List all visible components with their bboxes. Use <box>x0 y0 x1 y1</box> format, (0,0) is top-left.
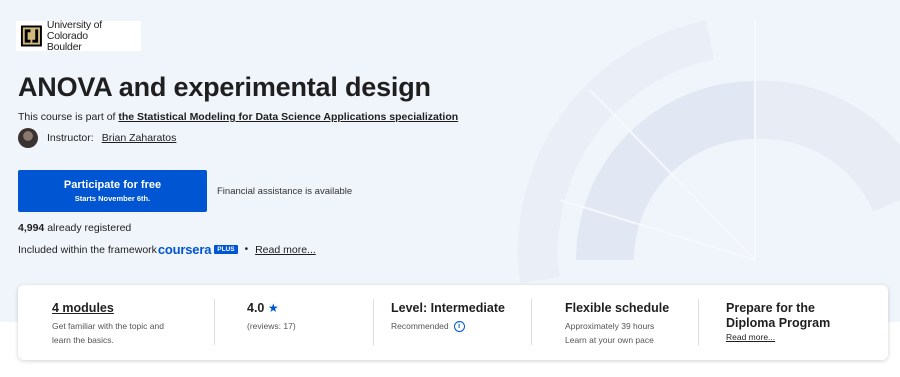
schedule-pace: Learn at your own pace <box>565 335 654 345</box>
included-plus-row: Included within the framework coursera P… <box>18 242 316 257</box>
star-icon: ★ <box>267 301 279 315</box>
participate-button[interactable]: Participate for free Starts November 6th… <box>18 170 207 212</box>
stat-divider <box>531 299 532 345</box>
plus-badge: PLUS <box>214 245 238 254</box>
university-name-line2: Boulder <box>46 40 82 53</box>
rating-value: 4.0 <box>247 301 265 315</box>
stat-level: Level: Intermediate Recommended i <box>391 301 505 333</box>
instructor-avatar[interactable] <box>18 128 38 148</box>
modules-link[interactable]: 4 modules <box>52 301 164 315</box>
coursera-logo: coursera <box>157 242 212 257</box>
diploma-title: Prepare for the Diploma Program <box>726 301 830 331</box>
level-title: Level: Intermediate <box>391 301 505 315</box>
stat-divider <box>214 299 215 345</box>
participate-button-label: Participate for free <box>63 179 162 191</box>
university-name-line1: University of Colorado <box>46 18 103 42</box>
diploma-title-line1: Prepare for the <box>726 301 815 315</box>
schedule-details: Approximately 39 hours Learn at your own… <box>565 319 669 347</box>
schedule-title: Flexible schedule <box>565 301 670 315</box>
info-icon[interactable]: i <box>453 321 465 333</box>
modules-description-line1: Get familiar with the topic and <box>52 321 164 331</box>
diploma-read-more-link[interactable]: Read more... <box>726 332 830 342</box>
stat-rating: 4.0 ★ (reviews: 17) <box>247 301 296 333</box>
course-stats-card: 4 modules Get familiar with the topic an… <box>18 285 888 360</box>
stat-modules: 4 modules Get familiar with the topic an… <box>52 301 164 347</box>
participate-button-start-date: Starts November 6th. <box>74 194 151 203</box>
financial-assistance-text: Financial assistance is available <box>217 186 353 197</box>
diploma-title-line2: Diploma Program <box>726 316 831 330</box>
page-title: ANOVA and experimental design <box>18 72 431 102</box>
modules-description: Get familiar with the topic and learn th… <box>52 319 164 347</box>
stat-divider <box>698 299 699 345</box>
specialization-prefix: This course is part of <box>18 111 119 123</box>
schedule-hours: Approximately 39 hours <box>565 321 655 331</box>
registered-count: 4,994 already registered <box>18 222 131 234</box>
registered-suffix: already registered <box>44 222 132 234</box>
instructor-row: Instructor: Brian Zaharatos <box>18 128 176 148</box>
university-logo[interactable]: University of Colorado Boulder <box>16 18 141 53</box>
included-read-more-link[interactable]: Read more... <box>255 244 316 256</box>
level-recommended: Recommended <box>391 321 449 331</box>
modules-description-line2: learn the basics. <box>52 335 114 345</box>
instructor-name-link[interactable]: Brian Zaharatos <box>102 132 177 144</box>
rating-reviews: (reviews: 17) <box>247 321 296 331</box>
university-name: University of Colorado Boulder <box>46 18 141 53</box>
level-sub-row: Recommended i <box>391 319 505 333</box>
stat-diploma: Prepare for the Diploma Program Read mor… <box>726 301 830 342</box>
specialization-note: This course is part of the Statistical M… <box>18 111 458 123</box>
stat-divider <box>373 299 374 345</box>
separator-dot: • <box>244 244 249 255</box>
specialization-link[interactable]: the Statistical Modeling for Data Scienc… <box>118 111 458 123</box>
instructor-label: Instructor: <box>47 132 94 144</box>
included-prefix: Included within the framework <box>18 243 157 256</box>
rating-row: 4.0 ★ <box>247 301 296 315</box>
stat-schedule: Flexible schedule Approximately 39 hours… <box>565 301 669 347</box>
decorative-ring-graphic <box>518 20 900 283</box>
registered-number: 4,994 <box>18 222 45 234</box>
cu-logo-icon <box>20 25 42 47</box>
